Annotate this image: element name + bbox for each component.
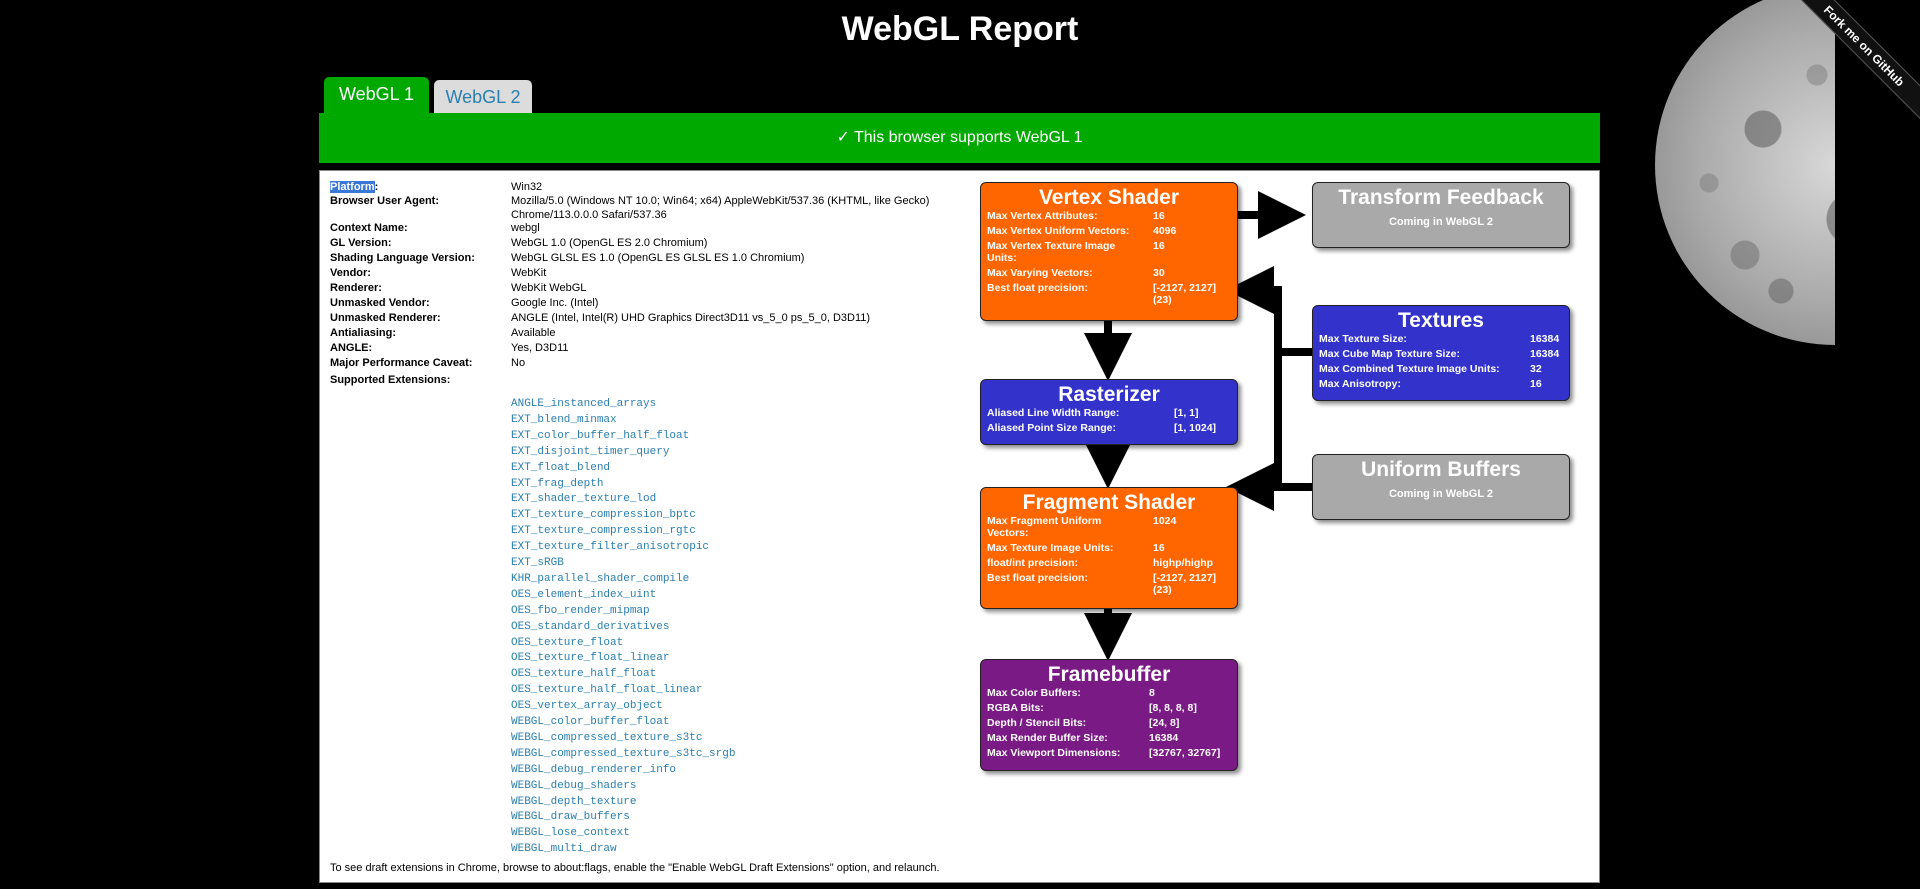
param-row: RGBA Bits: [8, 8, 8, 8] (981, 702, 1237, 717)
param-row: Max Texture Image Units: 16 (981, 542, 1237, 557)
param-key: Max Render Buffer Size: (987, 732, 1108, 744)
param-row: Max Viewport Dimensions: [32767, 32767] (981, 747, 1237, 762)
param-value: 32 (1530, 363, 1542, 375)
param-row: Max Texture Size: 16384 (1313, 333, 1569, 348)
param-key: Max Vertex Uniform Vectors: (987, 225, 1130, 237)
param-key: Max Texture Size: (1319, 333, 1407, 345)
tab-webgl2[interactable]: WebGL 2 (434, 80, 532, 114)
report-panel: Platform: Win32 Browser User Agent: Mozi… (319, 170, 1600, 883)
param-key: RGBA Bits: (987, 702, 1044, 714)
param-value: 4096 (1153, 225, 1177, 237)
param-row: float/int precision: highp/highp (981, 557, 1237, 572)
param-key: Aliased Point Size Range: (987, 422, 1116, 434)
param-key: Max Vertex Attributes: (987, 210, 1098, 222)
transform-feedback-subtitle: Coming in WebGL 2 (1388, 216, 1494, 228)
param-value: [-2127, 2127] (23) (1153, 282, 1217, 306)
param-key: Max Texture Image Units: (987, 542, 1114, 554)
param-key: float/int precision: (987, 557, 1079, 569)
param-row: Max Fragment Uniform Vectors: 1024 (981, 515, 1237, 542)
arrow-to-fragment (1226, 352, 1282, 511)
vertex-shader-title: Vertex Shader (1038, 186, 1180, 209)
textures-title: Textures (1398, 309, 1484, 332)
uniform-buffers-subtitle: Coming in WebGL 2 (1388, 488, 1494, 500)
param-row: Max Cube Map Texture Size: 16384 (1313, 348, 1569, 363)
param-value: 16 (1153, 542, 1165, 554)
param-row: Best float precision: [-2127, 2127] (23) (981, 572, 1237, 596)
param-value: 1024 (1153, 515, 1177, 527)
fragment-shader-box: Fragment Shader Max Fragment Uniform Vec… (980, 487, 1238, 609)
tab-webgl1[interactable]: WebGL 1 (324, 77, 429, 114)
textures-box: Textures Max Texture Size: 16384 Max Cube… (1312, 305, 1570, 401)
param-row: Aliased Point Size Range: [1, 1024] (981, 422, 1237, 437)
arrow-to-vertex (1226, 266, 1282, 356)
framebuffer-title: Framebuffer (1047, 663, 1171, 686)
param-key: Max Viewport Dimensions: (987, 747, 1121, 759)
param-value: 8 (1149, 687, 1155, 699)
uniform-buffers-box: Uniform Buffers Coming in WebGL 2 (1312, 454, 1570, 520)
param-row: Max Combined Texture Image Units: 32 (1313, 363, 1569, 378)
param-key: Max Cube Map Texture Size: (1319, 348, 1461, 360)
param-value: 16384 (1149, 732, 1179, 744)
uniform-buffers-title: Uniform Buffers (1361, 458, 1521, 481)
param-key: Aliased Line Width Range: (987, 407, 1120, 419)
param-value: 30 (1153, 267, 1165, 279)
param-key: Max Anisotropy: (1319, 378, 1401, 390)
param-value: highp/highp (1153, 557, 1214, 569)
param-value: 16384 (1530, 333, 1560, 345)
param-key: Max Fragment Uniform Vectors: (987, 515, 1102, 539)
param-row: Max Color Buffers: 8 (981, 687, 1237, 702)
param-key: Max Color Buffers: (987, 687, 1081, 699)
param-row: Max Vertex Texture Image Units: 16 (981, 240, 1237, 267)
param-value: [24, 8] (1149, 717, 1180, 729)
param-value: [1, 1024] (1174, 422, 1217, 434)
param-key: Depth / Stencil Bits: (987, 717, 1087, 729)
param-row: Max Varying Vectors: 30 (981, 267, 1237, 282)
param-value: [32767, 32767] (1149, 747, 1221, 759)
param-value: [8, 8, 8, 8] (1149, 702, 1197, 714)
param-value: [1, 1] (1174, 407, 1199, 419)
param-key: Best float precision: (987, 282, 1088, 294)
param-row: Max Vertex Uniform Vectors: 4096 (981, 225, 1237, 240)
param-value: 16384 (1530, 348, 1560, 360)
param-row: Max Anisotropy: 16 (1313, 378, 1569, 393)
param-value: 16 (1153, 240, 1165, 252)
rasterizer-box: Rasterizer Aliased Line Width Range: [1, … (980, 379, 1238, 445)
rasterizer-title: Rasterizer (1058, 383, 1160, 406)
fragment-shader-title: Fragment Shader (1022, 491, 1196, 514)
support-banner: ✓ This browser supports WebGL 1 (319, 113, 1600, 163)
param-value: 16 (1530, 378, 1542, 390)
transform-feedback-box: Transform Feedback Coming in WebGL 2 (1312, 182, 1570, 248)
param-row: Depth / Stencil Bits: [24, 8] (981, 717, 1237, 732)
param-value: [-2127, 2127] (23) (1153, 572, 1217, 596)
param-row: Max Render Buffer Size: 16384 (981, 732, 1237, 747)
param-key: Max Combined Texture Image Units: (1319, 363, 1500, 375)
page-title: WebGL Report (841, 10, 1079, 48)
pipeline-arrows (1084, 191, 1312, 661)
param-row: Best float precision: [-2127, 2127] (23) (981, 282, 1237, 306)
param-value: 16 (1153, 210, 1165, 222)
framebuffer-box: Framebuffer Max Color Buffers: 8 RGBA Bit… (980, 659, 1238, 771)
param-key: Best float precision: (987, 572, 1088, 584)
param-key: Max Vertex Texture Image Units: (987, 240, 1116, 264)
param-row: Max Vertex Attributes: 16 (981, 210, 1237, 225)
param-key: Max Varying Vectors: (987, 267, 1093, 279)
transform-feedback-title: Transform Feedback (1338, 186, 1544, 209)
vertex-shader-box: Vertex Shader Max Vertex Attributes: 16 M… (980, 182, 1238, 321)
param-row: Aliased Line Width Range: [1, 1] (981, 407, 1237, 422)
